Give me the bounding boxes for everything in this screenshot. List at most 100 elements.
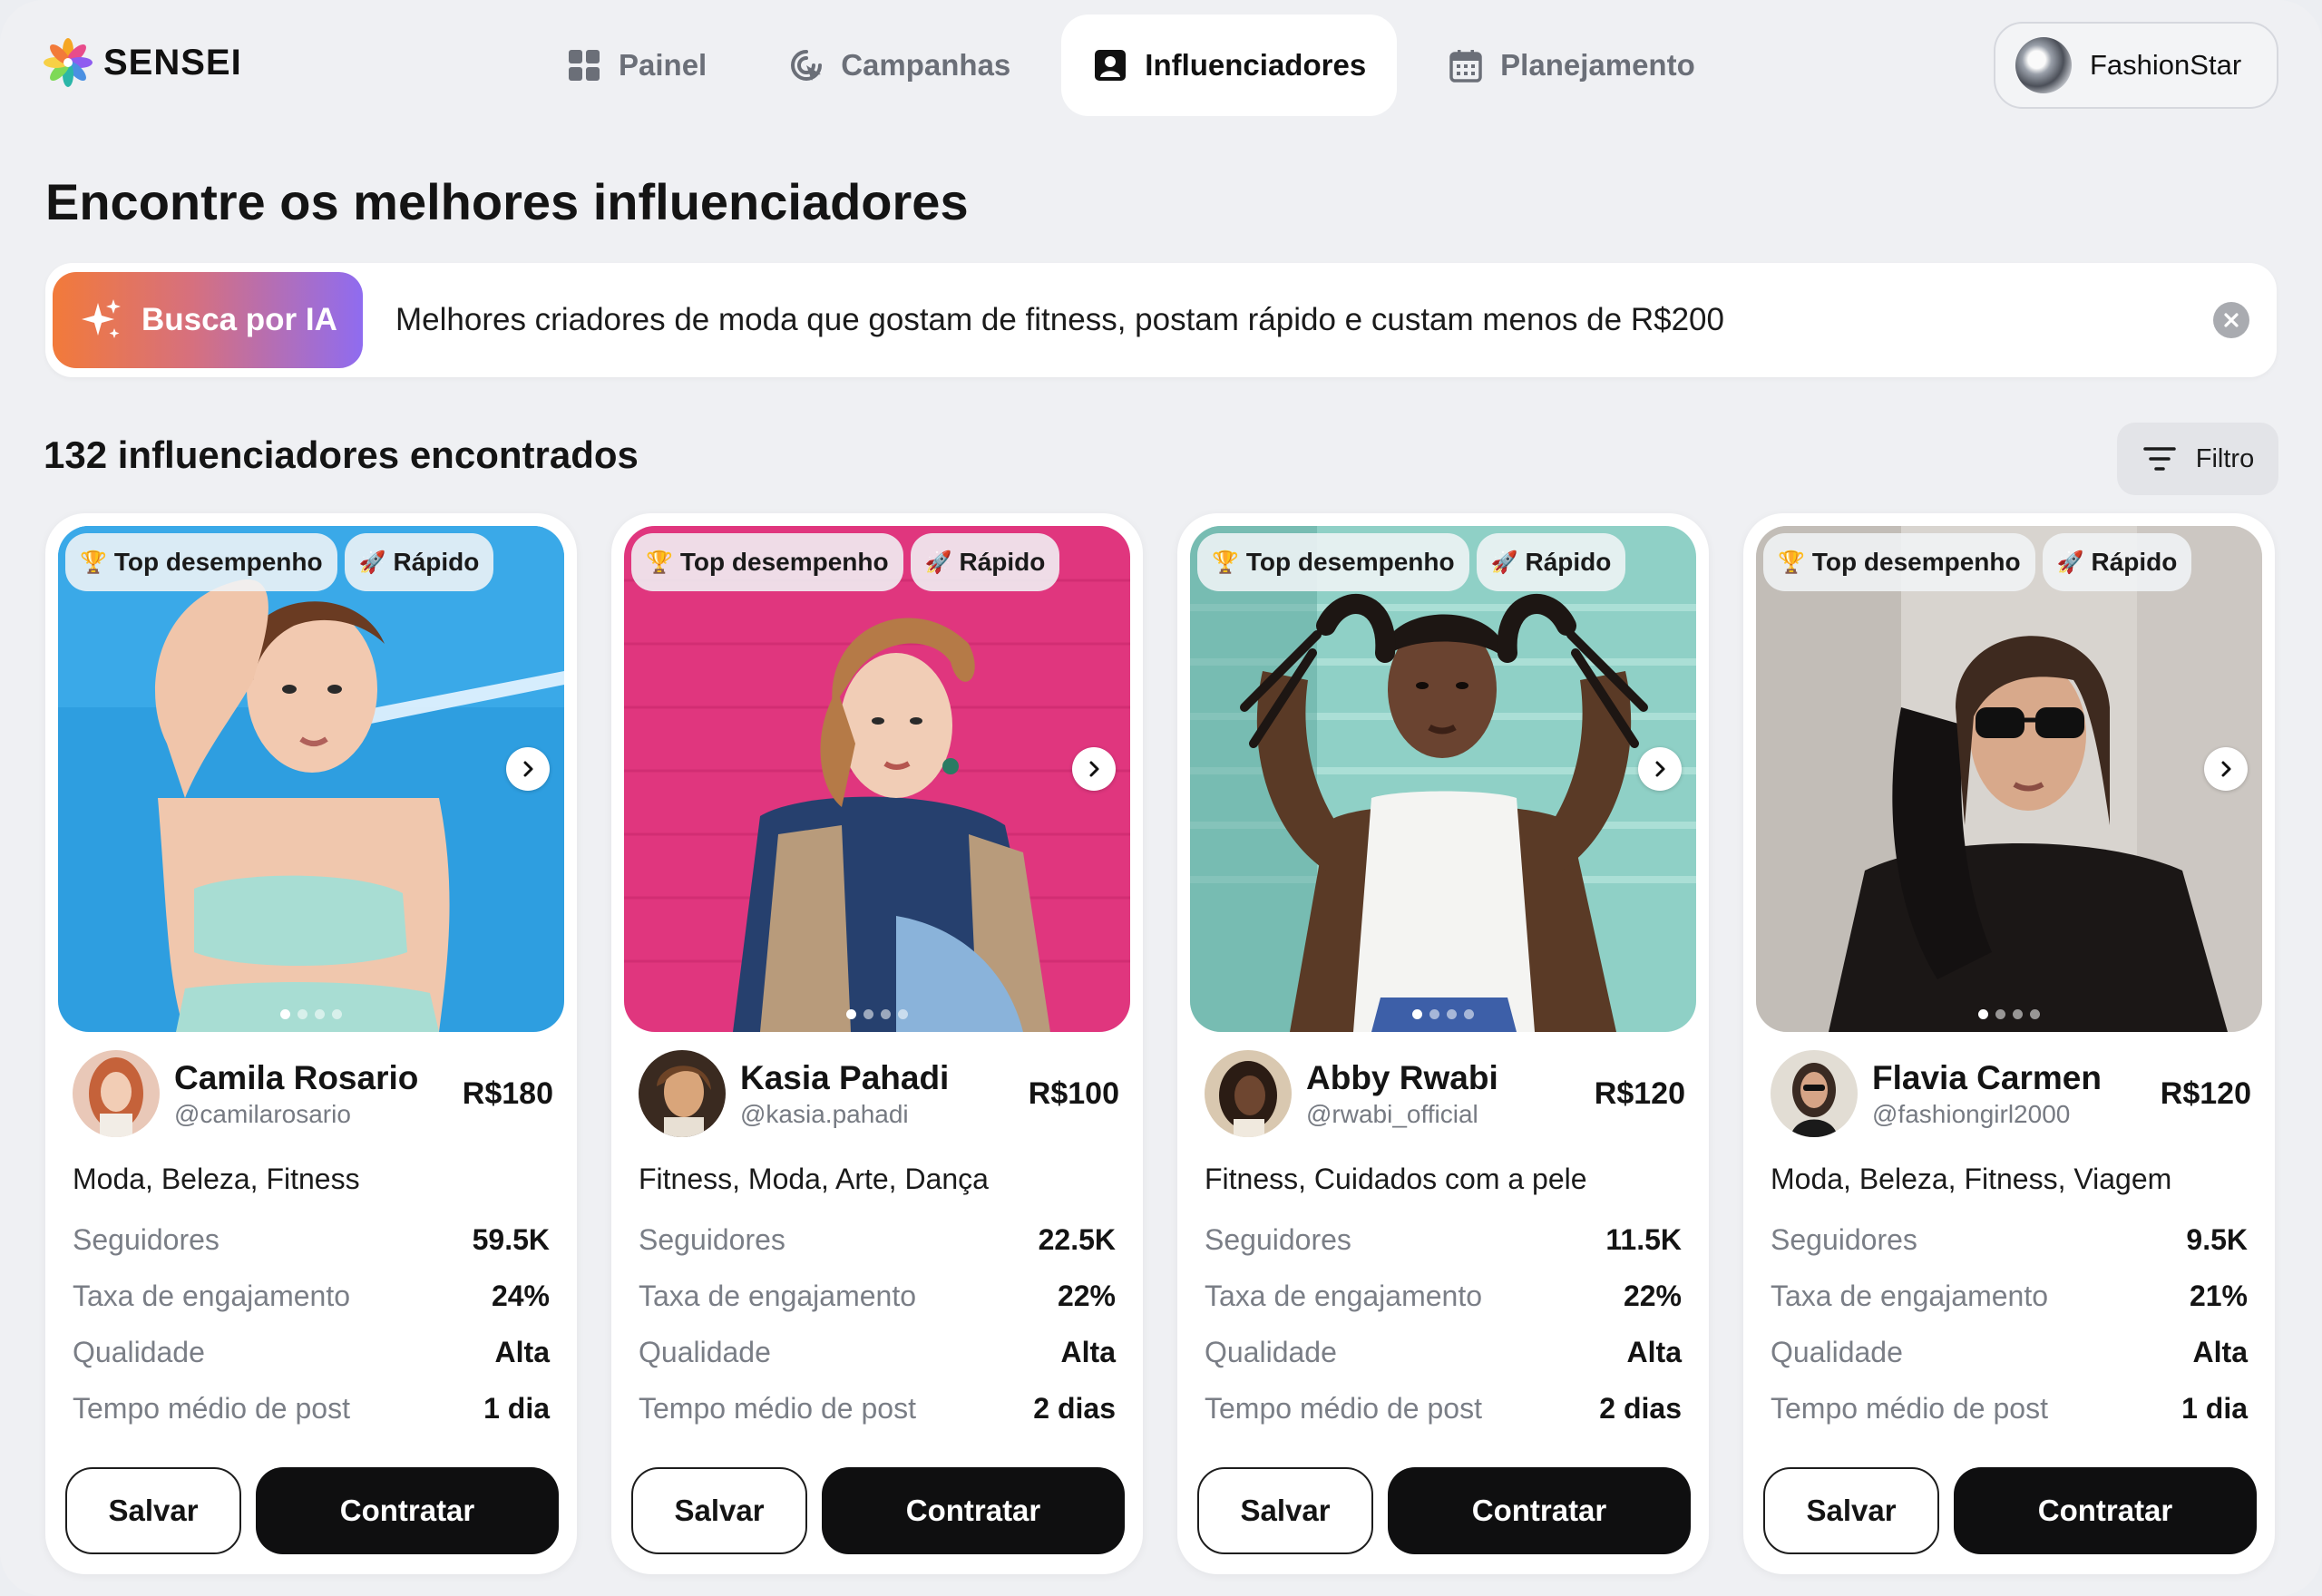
stat-post-time: Tempo médio de post 2 dias (639, 1380, 1116, 1436)
influencer-categories: Moda, Beleza, Fitness, Viagem (1771, 1163, 2172, 1195)
nav-campanhas[interactable]: Campanhas (757, 15, 1041, 116)
influencer-price: R$180 (462, 1075, 553, 1111)
carousel-dot[interactable] (1412, 1009, 1422, 1019)
main-nav: Painel Campanhas Influenciadores Planeja… (535, 15, 1726, 116)
rocket-icon: 🚀 (1490, 550, 1518, 575)
chevron-right-icon (1089, 761, 1099, 777)
carousel-dot[interactable] (2013, 1009, 2023, 1019)
influencer-stats: Seguidores 22.5K Taxa de engajamento 22% Q… (639, 1212, 1116, 1436)
carousel-dot[interactable] (332, 1009, 342, 1019)
carousel-dot[interactable] (863, 1009, 873, 1019)
influencer-avatar[interactable] (1205, 1050, 1292, 1137)
fast-badge: 🚀 Rápido (2042, 533, 2192, 591)
stat-label: Tempo médio de post (73, 1391, 350, 1425)
carousel-dot[interactable] (1464, 1009, 1474, 1019)
influencer-profile: Abby Rwabi @rwabi_official R$120 (1205, 1048, 1685, 1139)
save-button[interactable]: Salvar (631, 1467, 807, 1554)
search-input[interactable] (395, 302, 2213, 338)
save-button[interactable]: Salvar (1197, 1467, 1373, 1554)
influencer-profile: Camila Rosario @camilarosario R$180 (73, 1048, 553, 1139)
next-photo-button[interactable] (506, 747, 550, 791)
account-menu[interactable]: FashionStar (1994, 22, 2278, 109)
influencer-stats: Seguidores 11.5K Taxa de engajamento 22% Q… (1205, 1212, 1682, 1436)
influencer-photo[interactable]: 🏆 Top desempenho 🚀 Rápido (1756, 526, 2262, 1032)
top-performance-badge: 🏆 Top desempenho (65, 533, 337, 591)
carousel-dot[interactable] (315, 1009, 325, 1019)
logo[interactable]: SENSEI (42, 36, 242, 89)
save-button[interactable]: Salvar (1763, 1467, 1939, 1554)
badge-label: Top desempenho (113, 548, 323, 576)
hire-button[interactable]: Contratar (256, 1467, 559, 1554)
stat-value: 2 dias (1033, 1391, 1116, 1425)
chevron-right-icon (2221, 761, 2231, 777)
influencer-avatar[interactable] (1771, 1050, 1858, 1137)
nav-influenciadores[interactable]: Influenciadores (1061, 15, 1398, 116)
carousel-dot[interactable] (1429, 1009, 1439, 1019)
badges: 🏆 Top desempenho 🚀 Rápido (1763, 533, 2192, 591)
badges: 🏆 Top desempenho 🚀 Rápido (631, 533, 1060, 591)
trophy-icon: 🏆 (1212, 550, 1239, 575)
influencer-name[interactable]: Flavia Carmen (1872, 1057, 2161, 1099)
influencer-name[interactable]: Camila Rosario (174, 1057, 463, 1099)
hire-button[interactable]: Contratar (822, 1467, 1125, 1554)
nav-label: Campanhas (841, 48, 1011, 82)
trophy-icon: 🏆 (1778, 550, 1805, 575)
influencer-avatar[interactable] (73, 1050, 160, 1137)
chevron-right-icon (523, 761, 533, 777)
nav-painel[interactable]: Painel (535, 15, 737, 116)
carousel-dot[interactable] (298, 1009, 307, 1019)
nav-planejamento[interactable]: Planejamento (1417, 15, 1726, 116)
influencer-card: 🏆 Top desempenho 🚀 Rápido Flavia Carmen @f… (1743, 513, 2275, 1574)
stat-quality: Qualidade Alta (73, 1324, 550, 1380)
stat-label: Qualidade (1771, 1335, 1903, 1368)
stat-value: Alta (2192, 1335, 2248, 1368)
stat-engagement: Taxa de engajamento 21% (1771, 1268, 2248, 1324)
results-count: 132 influenciadores encontrados (44, 433, 639, 476)
hire-button[interactable]: Contratar (1388, 1467, 1691, 1554)
logo-text: SENSEI (103, 42, 242, 83)
photo-woman-braids (1190, 526, 1696, 1032)
carousel-dot[interactable] (898, 1009, 908, 1019)
stat-quality: Qualidade Alta (1771, 1324, 2248, 1380)
stat-label: Tempo médio de post (639, 1391, 916, 1425)
influencer-avatar[interactable] (639, 1050, 726, 1137)
stat-value: 21% (2189, 1279, 2248, 1312)
influencer-photo[interactable]: 🏆 Top desempenho 🚀 Rápido (1190, 526, 1696, 1032)
influencer-card: 🏆 Top desempenho 🚀 Rápido Camila Rosario @… (45, 513, 577, 1574)
calendar-icon (1449, 50, 1482, 83)
carousel-dot[interactable] (2030, 1009, 2040, 1019)
carousel-dot[interactable] (1978, 1009, 1988, 1019)
stat-value: Alta (1626, 1335, 1682, 1368)
save-button[interactable]: Salvar (65, 1467, 241, 1554)
avatar-image (73, 1050, 160, 1137)
stat-value: 11.5K (1605, 1222, 1682, 1256)
influencer-name[interactable]: Kasia Pahadi (740, 1057, 1029, 1099)
stat-quality: Qualidade Alta (639, 1324, 1116, 1380)
influencer-photo[interactable]: 🏆 Top desempenho 🚀 Rápido (58, 526, 564, 1032)
carousel-dot[interactable] (881, 1009, 891, 1019)
carousel-dot[interactable] (1995, 1009, 2005, 1019)
influencer-name[interactable]: Abby Rwabi (1306, 1057, 1595, 1099)
trophy-icon: 🏆 (646, 550, 673, 575)
influencer-photo[interactable]: 🏆 Top desempenho 🚀 Rápido (624, 526, 1130, 1032)
stat-engagement: Taxa de engajamento 22% (639, 1268, 1116, 1324)
filter-button[interactable]: Filtro (2117, 423, 2278, 495)
carousel-dot[interactable] (280, 1009, 290, 1019)
carousel-dot[interactable] (1447, 1009, 1457, 1019)
next-photo-button[interactable] (1638, 747, 1682, 791)
card-actions: Salvar Contratar (631, 1467, 1125, 1554)
clear-search-button[interactable] (2213, 302, 2249, 338)
next-photo-button[interactable] (2204, 747, 2248, 791)
badge-label: Rápido (393, 548, 480, 576)
influencer-handle: @rwabi_official (1306, 1100, 1478, 1128)
stat-label: Seguidores (639, 1222, 785, 1256)
badges: 🏆 Top desempenho 🚀 Rápido (65, 533, 494, 591)
next-photo-button[interactable] (1072, 747, 1116, 791)
person-profile-icon (1095, 50, 1127, 81)
influencer-info: Camila Rosario @camilarosario (174, 1057, 463, 1130)
hire-button[interactable]: Contratar (1954, 1467, 2257, 1554)
carousel-dot[interactable] (846, 1009, 856, 1019)
stat-quality: Qualidade Alta (1205, 1324, 1682, 1380)
ai-search-button[interactable]: Busca por IA (53, 272, 363, 368)
stat-value: 24% (491, 1279, 550, 1312)
